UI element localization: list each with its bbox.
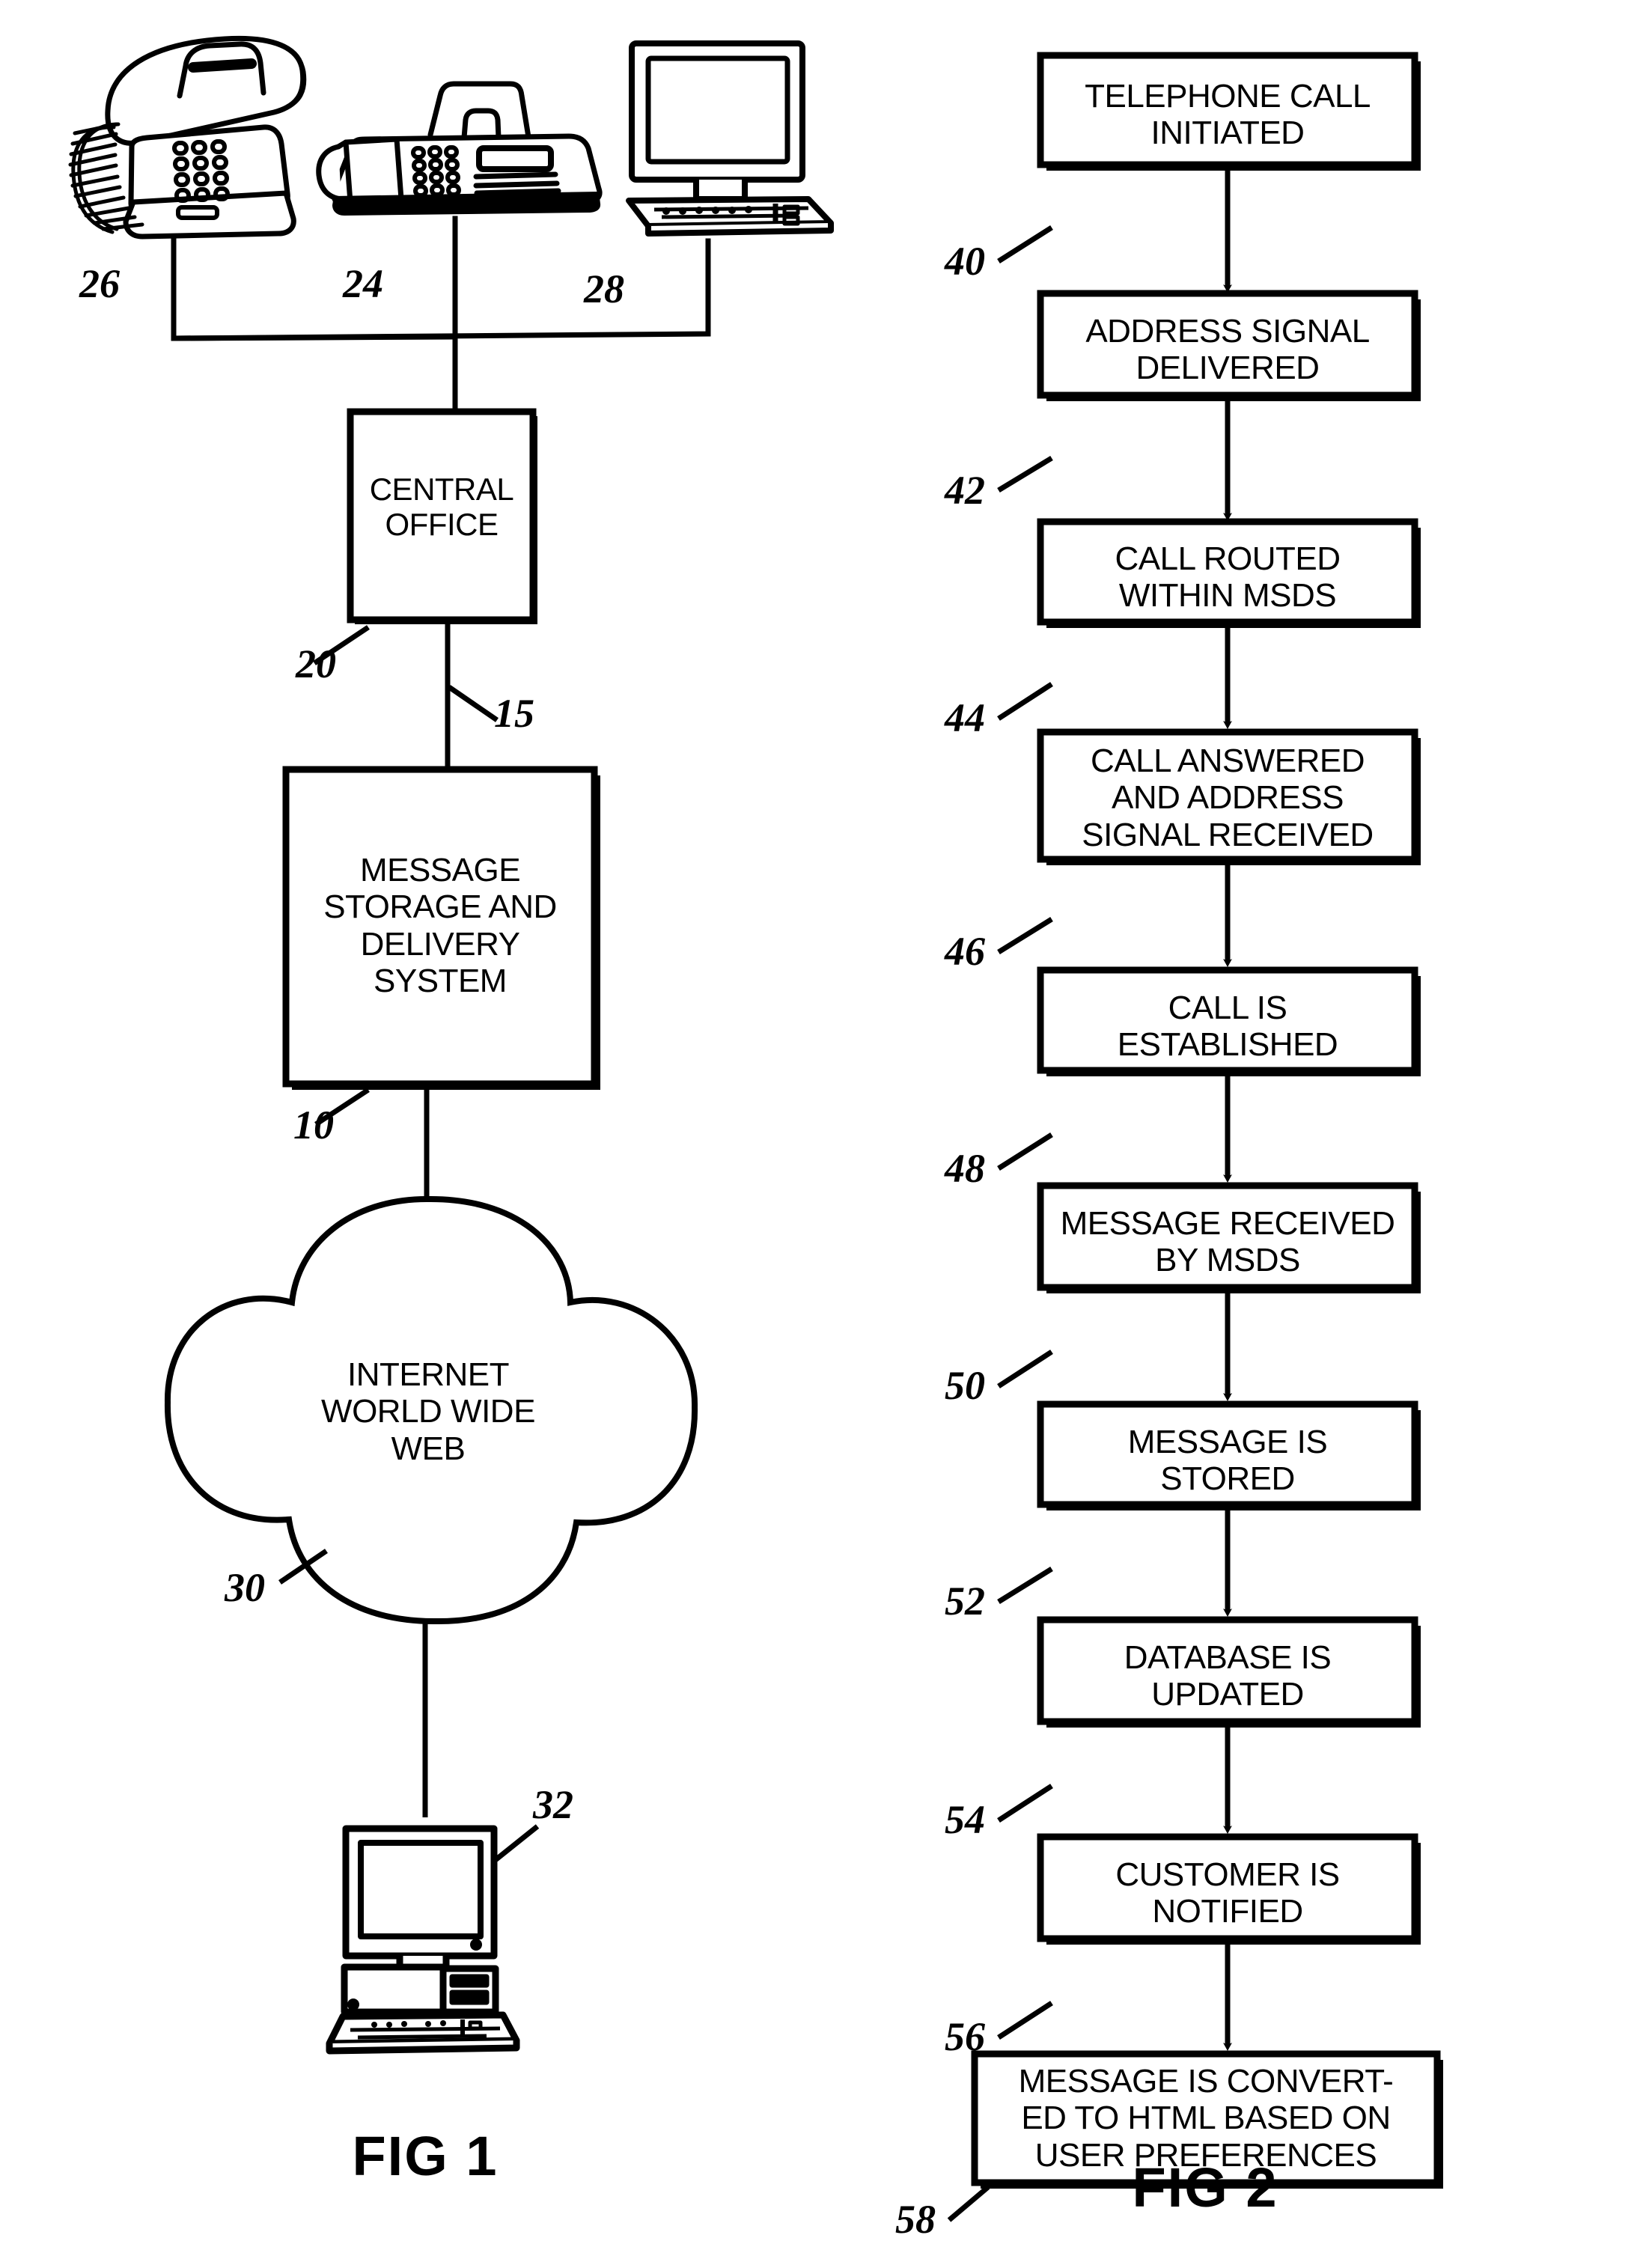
co-msds-link <box>445 624 499 769</box>
fax-machine-icon <box>316 81 603 216</box>
flow-step-label-1: TELEPHONE CALL INITIATED <box>1085 78 1371 152</box>
ref-number-48: 48 <box>945 1146 985 1191</box>
telephone-icon <box>68 35 307 240</box>
ref-number-40: 40 <box>945 239 985 284</box>
ref-number-44: 44 <box>945 695 985 740</box>
leader-54 <box>997 1784 1053 1823</box>
ref-number-52: 52 <box>945 1579 985 1624</box>
flow-step-label-8: DATABASE IS UPDATED <box>1124 1639 1332 1713</box>
ref-number-50: 50 <box>945 1363 985 1408</box>
flow-step-label-9: CUSTOMER IS NOTIFIED <box>1115 1856 1340 1930</box>
leader-42 <box>997 456 1053 493</box>
computer-terminal-icon <box>626 40 834 237</box>
ref-number-26: 26 <box>79 261 120 306</box>
leader-40 <box>997 225 1053 263</box>
figure-1-title: FIG 1 <box>352 2125 499 2187</box>
msds-label: MESSAGE STORAGE AND DELIVERY SYSTEM <box>323 852 557 999</box>
flow-step-label-2: ADDRESS SIGNAL DELIVERED <box>1085 313 1370 387</box>
internet-cloud-label: INTERNET WORLD WIDE WEB <box>321 1356 535 1467</box>
ref-number-56: 56 <box>945 2014 985 2059</box>
client-computer-icon <box>326 1825 520 2055</box>
ref-number-28: 28 <box>584 266 624 311</box>
ref-number-58: 58 <box>895 2197 936 2242</box>
ref-number-20: 20 <box>296 641 336 686</box>
patent-drawing-sheet: 26 24 28 CENTRAL OFFICE 20 15 MESSAGE ST… <box>0 0 1652 2250</box>
central-office-label: CENTRAL OFFICE <box>369 472 514 543</box>
leader-32 <box>490 1824 540 1865</box>
leader-46 <box>997 917 1053 954</box>
ref-number-24: 24 <box>343 261 383 306</box>
leader-56 <box>997 2001 1053 2040</box>
leader-58 <box>947 2185 990 2222</box>
fig1-device-bus <box>171 216 711 419</box>
leader-44 <box>997 682 1053 721</box>
ref-number-54: 54 <box>945 1797 985 1842</box>
ref-number-30: 30 <box>225 1565 265 1610</box>
leader-52 <box>997 1567 1053 1604</box>
ref-number-10: 10 <box>293 1103 334 1147</box>
ref-number-32: 32 <box>533 1782 573 1827</box>
leader-48 <box>997 1132 1053 1171</box>
ref-number-46: 46 <box>945 929 985 974</box>
ref-number-42: 42 <box>945 468 985 513</box>
flow-step-label-4: CALL ANSWERED AND ADDRESS SIGNAL RECEIVE… <box>1082 743 1374 853</box>
flow-step-label-3: CALL ROUTED WITHIN MSDS <box>1115 540 1341 615</box>
flow-step-label-7: MESSAGE IS STORED <box>1127 1424 1328 1498</box>
figure-2-title: FIG 2 <box>1132 2156 1278 2219</box>
flow-step-label-5: CALL IS ESTABLISHED <box>1117 990 1338 1064</box>
flow-step-label-6: MESSAGE RECEIVED BY MSDS <box>1060 1205 1395 1279</box>
leader-50 <box>997 1350 1053 1388</box>
ref-number-15: 15 <box>494 691 534 736</box>
